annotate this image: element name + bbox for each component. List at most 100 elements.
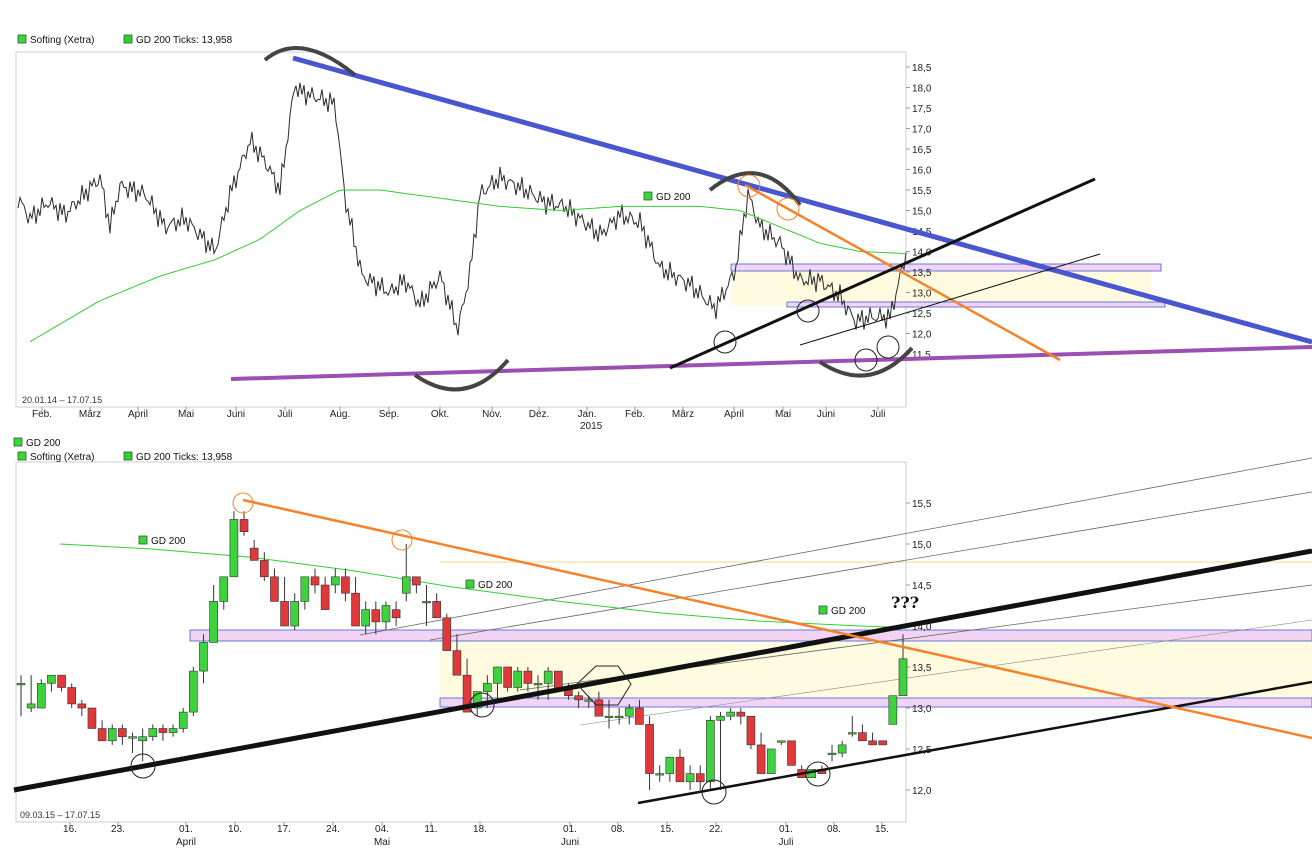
top-y-tick-label: 18,5 [912, 63, 932, 74]
candle-body [26, 703, 36, 709]
candle-body [47, 674, 56, 684]
candle-body [310, 576, 320, 586]
candle-body [442, 617, 452, 651]
candle-body [148, 728, 158, 737]
bottom-x-tick-label: 22. [709, 824, 723, 835]
candle-body [280, 601, 289, 627]
candle-body [888, 695, 898, 725]
candle-body [624, 707, 634, 717]
candle-body [209, 601, 218, 643]
candle-body [685, 773, 695, 783]
candle-body [300, 576, 310, 602]
chart-canvas: Softing (Xetra) GD 200 Ticks: 13,958 18,… [13, 34, 1312, 848]
top-y-tick-label: 12,5 [912, 309, 932, 320]
bottom-x-axis: 16. 23. 01. 10. 17. 24. 04. 11. 18. 01. 08. 15. 22. 0… [63, 822, 889, 848]
candle-body [16, 683, 26, 686]
bottom-x-tick-label: 17. [277, 824, 291, 835]
top-x-tick-label: Dez. [529, 409, 550, 420]
candle-body [878, 740, 888, 746]
candle-body [483, 683, 492, 692]
top-x-tick-label: März [672, 409, 694, 420]
candle-body [330, 576, 340, 586]
candle-body [706, 719, 715, 783]
bottom-month-label: Juli [778, 837, 793, 848]
bottom-gd200-label-2: GD 200 [478, 580, 513, 591]
bottom-x-tick-label: 10. [228, 824, 242, 835]
top-x-tick-label: April [724, 409, 744, 420]
candle-body [361, 609, 370, 627]
candle-body [270, 576, 279, 602]
candle-body [493, 666, 502, 684]
candle-body [594, 699, 604, 717]
candle-body [533, 683, 543, 686]
top-range-text: 20.01.14 – 17.07.15 [22, 395, 102, 405]
bottom-range-text: 09.03.15 – 17.07.15 [20, 810, 100, 820]
candle-body [199, 642, 208, 672]
bottom-legend-swatch-gd200 [123, 451, 133, 461]
candle-body [341, 576, 350, 594]
bottom-x-tick-label: 01. [779, 824, 793, 835]
top-y-tick-label: 17,5 [912, 104, 932, 115]
bottom-gd200-marker-3 [818, 605, 828, 615]
candle-body [391, 609, 401, 619]
candle-body [239, 519, 249, 533]
candle-body [260, 560, 269, 578]
bottom-x-tick-label: 08. [827, 824, 841, 835]
bottom-y-tick-label: 12,0 [912, 786, 932, 797]
top-legend-price: Softing (Xetra) [30, 35, 94, 46]
top-x-tick-label: Okt. [431, 409, 449, 420]
bottom-x-tick-label: 24. [326, 824, 340, 835]
bottom-y-tick-label: 13,0 [912, 704, 932, 715]
top-x-tick-label: Sep. [379, 409, 400, 420]
candle-body [128, 736, 137, 739]
top-y-tick-label: 13,5 [912, 268, 932, 279]
top-legend-gd200: GD 200 Ticks: 13,958 [136, 35, 233, 46]
candle-body [513, 670, 523, 688]
candle-body [189, 670, 198, 713]
top-x-tick-label: Juli [277, 409, 292, 420]
top-band-upper [730, 263, 1162, 272]
top-y-tick-label: 15,5 [912, 186, 932, 197]
top-y-tick-label: 16,5 [912, 145, 932, 156]
bottom-y-tick-label: 14,5 [912, 581, 932, 592]
candle-body [57, 674, 66, 688]
top-gd200-marker [643, 191, 653, 201]
candle-body [158, 728, 168, 733]
bottom-legend-gd200: GD 200 Ticks: 13,958 [136, 452, 233, 463]
bottom-x-tick-label: 08. [611, 824, 625, 835]
candle-body [118, 728, 127, 737]
top-x-tick-label: Feb. [625, 409, 645, 420]
top-x-tick-label: April [128, 409, 148, 420]
candle-body [107, 728, 117, 742]
bottom-x-tick-label: 15. [660, 824, 674, 835]
candle-body [787, 740, 796, 766]
bottom-gd200-label-3: GD 200 [831, 606, 866, 617]
candle-body [523, 670, 533, 684]
top-x-tick-label: Mai [775, 409, 791, 420]
candle-body [868, 740, 877, 746]
bottom-gd200-marker-2 [465, 579, 475, 589]
top-x-tick-label: März [79, 409, 101, 420]
top-y-tick-label: 16,0 [912, 166, 932, 177]
bottom-indicator-label: GD 200 [26, 438, 61, 449]
top-x-tick-label: Jan. [578, 409, 597, 420]
bottom-gd200-marker-1 [138, 535, 148, 545]
top-y-tick-label: 13,0 [912, 289, 932, 300]
candle-body [36, 683, 46, 709]
candle-body [503, 666, 512, 688]
bottom-x-tick-label: 11. [424, 824, 437, 835]
bottom-chart-panel: GD 200 Softing (Xetra) GD 200 Ticks: 13,… [13, 437, 1312, 848]
candle-body [726, 711, 735, 717]
top-y-tick-label: 17,0 [912, 125, 932, 136]
candle-body [858, 732, 867, 742]
bottom-legend-price: Softing (Xetra) [30, 452, 94, 463]
candle-body [898, 658, 908, 696]
candle-body [351, 592, 360, 627]
bottom-band-upper [189, 629, 1312, 642]
bottom-x-tick-label: 15. [875, 824, 889, 835]
bottom-legend-swatch-price [17, 451, 27, 461]
candle-body [290, 601, 300, 627]
top-legend-swatch-gd200 [123, 34, 133, 44]
top-x-tick-label: Aug. [330, 409, 351, 420]
candle-body [827, 752, 837, 755]
